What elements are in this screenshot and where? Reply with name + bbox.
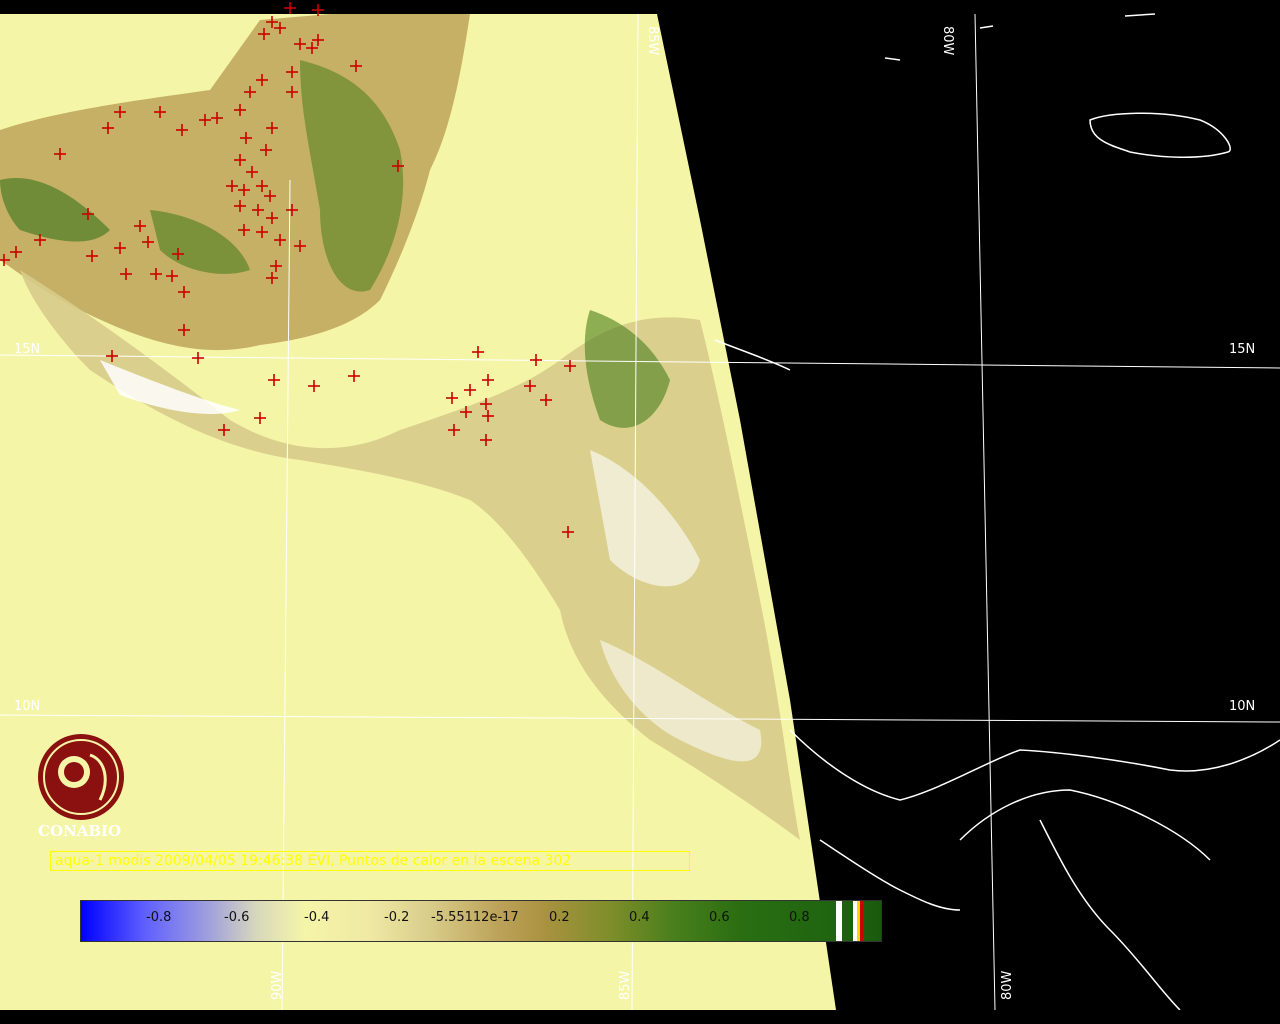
longitude-label-85w-top: 85W [645, 26, 660, 56]
colorbar-tick-label: -5.55112e-17 [431, 910, 519, 925]
colorbar-tick-label: -0.2 [384, 910, 410, 925]
longitude-label-90w-bottom: 90W [270, 970, 285, 1000]
latitude-label-15n-left: 15N [14, 342, 41, 357]
latitude-label-15n-right: 15N [1229, 342, 1256, 357]
colorbar-tick-label: 0.4 [629, 910, 650, 925]
colorbar-tick-label: -0.4 [304, 910, 330, 925]
latitude-label-10n-left: 10N [14, 699, 41, 714]
colorbar-tick-label: -0.6 [224, 910, 250, 925]
colorbar-red-swatch [860, 901, 863, 941]
colorbar-white-swatch [836, 901, 842, 941]
bottom-band [0, 1010, 1280, 1024]
longitude-label-80w-bottom: 80W [1000, 970, 1015, 1000]
colorbar-tick-label: 0.8 [789, 910, 810, 925]
conabio-logo-icon [38, 734, 124, 820]
colorbar-tick-label: -0.8 [146, 910, 172, 925]
scene-caption: aqua-1 modis 2009/04/05 19:46:38 EVI, Pu… [50, 851, 690, 871]
colorbar-tick-label: 0.6 [709, 910, 730, 925]
longitude-label-80w-top: 80W [940, 26, 955, 56]
latitude-label-10n-right: 10N [1229, 699, 1256, 714]
conabio-logo-text: CONABIO [38, 822, 122, 840]
colorbar-tick-label: 0.2 [549, 910, 570, 925]
caption-text: aqua-1 modis 2009/04/05 19:46:38 EVI, Pu… [55, 853, 572, 869]
longitude-label-85w-bottom: 85W [618, 970, 633, 1000]
